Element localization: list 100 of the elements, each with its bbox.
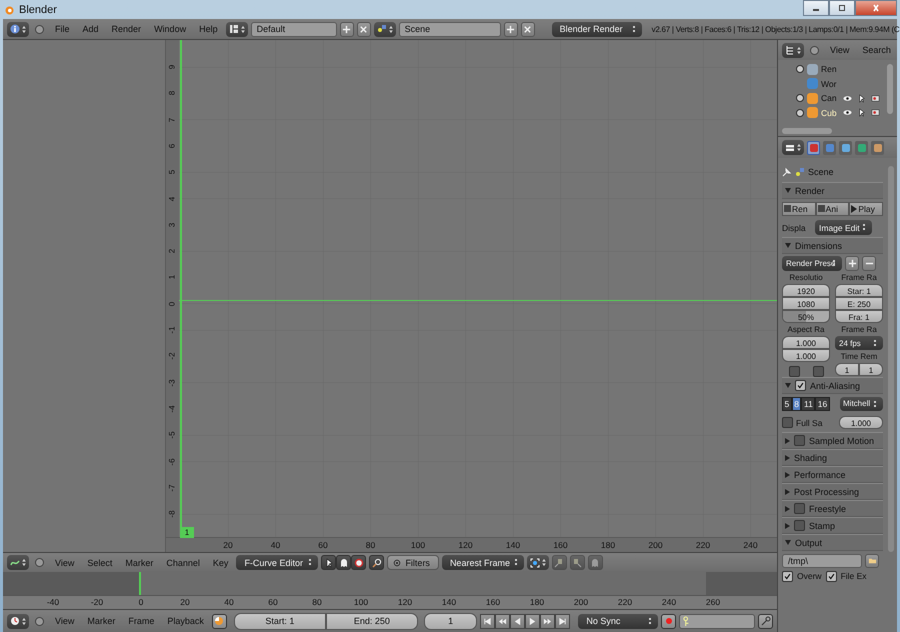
scrollbar[interactable]	[887, 64, 893, 114]
editor-type-dropdown[interactable]	[7, 22, 29, 36]
filter-size-field[interactable]: 1.000	[839, 416, 883, 429]
scene-dropdown[interactable]	[374, 22, 396, 36]
add-button[interactable]	[504, 22, 518, 36]
delete-button[interactable]	[520, 22, 535, 36]
copy-keys-button[interactable]	[552, 555, 567, 570]
tree-item[interactable]: Ren	[821, 64, 838, 74]
ghost-toggle[interactable]	[336, 555, 352, 570]
checkbox[interactable]	[782, 417, 793, 428]
menu-item[interactable]: Channel	[161, 558, 205, 568]
editor-type-dropdown[interactable]	[782, 42, 804, 58]
start-frame-field[interactable]: Star: 1	[835, 284, 883, 297]
sample-option[interactable]: 5	[782, 396, 792, 410]
panel-title[interactable]: Stamp	[809, 520, 836, 530]
display-dropdown[interactable]: Image Edit	[815, 220, 872, 235]
checkbox[interactable]	[826, 570, 837, 582]
current-frame-field[interactable]: 1	[424, 612, 478, 630]
maximize-button[interactable]	[829, 0, 855, 16]
render-button[interactable]: Play	[849, 202, 884, 216]
layout-dropdown[interactable]	[226, 22, 248, 36]
menu-item[interactable]: View	[50, 558, 80, 568]
menu-item[interactable]: Key	[208, 558, 234, 568]
expand-icon[interactable]	[796, 65, 804, 74]
checkbox[interactable]	[794, 520, 805, 531]
paste-keys-button[interactable]	[570, 555, 585, 570]
checkbox[interactable]	[795, 380, 806, 391]
checkbox[interactable]	[794, 503, 805, 514]
menu-item[interactable]: Help	[194, 24, 223, 34]
resolution-percent-slider[interactable]: 50%	[782, 310, 830, 323]
sample-option[interactable]: 11	[801, 396, 816, 410]
jump-to-start-button[interactable]	[480, 614, 496, 628]
collapse-icon[interactable]	[35, 616, 44, 626]
play-button[interactable]	[525, 614, 540, 628]
pin-icon[interactable]	[782, 167, 792, 177]
tree-item[interactable]: Wor	[821, 78, 838, 89]
add-button[interactable]	[845, 256, 859, 271]
remove-button[interactable]	[862, 256, 876, 271]
collapse-icon[interactable]	[35, 24, 44, 34]
menu-item[interactable]: Marker	[82, 616, 120, 626]
scrollbar[interactable]	[782, 128, 832, 134]
menu-item[interactable]: Render	[106, 24, 146, 34]
next-keyframe-button[interactable]	[540, 614, 556, 628]
snap-dropdown[interactable]: Nearest Frame	[442, 555, 524, 570]
panel-title[interactable]: Shading	[794, 452, 828, 462]
minimize-button[interactable]	[803, 0, 829, 16]
scene-tab[interactable]	[839, 140, 852, 154]
panel-title[interactable]: Output	[795, 538, 822, 548]
sample-option[interactable]: 16	[815, 396, 830, 410]
collapse-icon[interactable]	[810, 46, 819, 54]
end-frame-field[interactable]: End: 250	[326, 612, 418, 630]
keying-set-field[interactable]	[679, 614, 755, 628]
sample-option[interactable]: 8	[792, 396, 802, 410]
menu-item[interactable]: File	[50, 24, 75, 34]
tree-item[interactable]: Cub	[821, 108, 838, 118]
scrollbar[interactable]	[888, 166, 894, 552]
layout-name-field[interactable]: Default	[250, 22, 337, 36]
menu-item[interactable]: Add	[78, 24, 104, 34]
search-button[interactable]	[369, 555, 384, 570]
menu-item[interactable]: Search	[857, 45, 896, 55]
expand-icon[interactable]	[796, 94, 804, 102]
scene-name-field[interactable]: Scene	[398, 22, 501, 36]
play-reverse-button[interactable]	[510, 614, 526, 628]
menu-item[interactable]: View	[50, 616, 80, 626]
render-engine-dropdown[interactable]: Blender Render	[552, 22, 642, 36]
checkbox[interactable]	[788, 366, 800, 377]
mode-dropdown[interactable]: F-Curve Editor	[236, 555, 318, 570]
start-frame-field[interactable]: Start: 1	[234, 612, 326, 630]
expand-icon[interactable]	[796, 108, 804, 117]
checkbox[interactable]	[782, 570, 793, 582]
menu-item[interactable]: Select	[82, 558, 118, 568]
menu-item[interactable]: Frame	[123, 616, 160, 626]
pivot-dropdown[interactable]	[526, 555, 549, 570]
eye-icon[interactable]	[843, 94, 852, 103]
current-frame-indicator[interactable]: 1	[180, 527, 194, 538]
frame-step-field[interactable]: Fra: 1	[835, 310, 883, 323]
menu-item[interactable]: View	[825, 45, 854, 55]
preview-range-toggle[interactable]	[212, 614, 227, 628]
editor-type-dropdown[interactable]	[7, 614, 29, 628]
previous-keyframe-button[interactable]	[495, 614, 510, 628]
menu-item[interactable]: Marker	[120, 558, 158, 568]
close-button[interactable]	[855, 0, 897, 16]
panel-title[interactable]: Render	[795, 186, 825, 196]
object-tab[interactable]	[871, 140, 884, 154]
tree-item[interactable]: Can	[821, 93, 838, 104]
aspect-x-field[interactable]: 1.000	[782, 336, 830, 349]
time-remap-old-field[interactable]: 1	[835, 363, 859, 376]
record-button[interactable]	[661, 614, 676, 628]
folder-button[interactable]	[865, 554, 879, 568]
preset-dropdown[interactable]: Render Prese	[782, 256, 842, 271]
menu-item[interactable]: Playback	[162, 616, 209, 626]
time-remap-new-field[interactable]: 1	[859, 363, 883, 376]
filter-dropdown[interactable]: Mitchell	[840, 396, 883, 410]
checkbox[interactable]	[812, 366, 824, 377]
cursor-toggle[interactable]	[321, 555, 336, 570]
render-button[interactable]: Ren	[782, 202, 816, 216]
render-button[interactable]: Ani	[816, 202, 850, 216]
editor-type-dropdown[interactable]	[782, 140, 804, 155]
sync-dropdown[interactable]: No Sync	[578, 614, 658, 628]
menu-item[interactable]: Window	[149, 24, 192, 34]
